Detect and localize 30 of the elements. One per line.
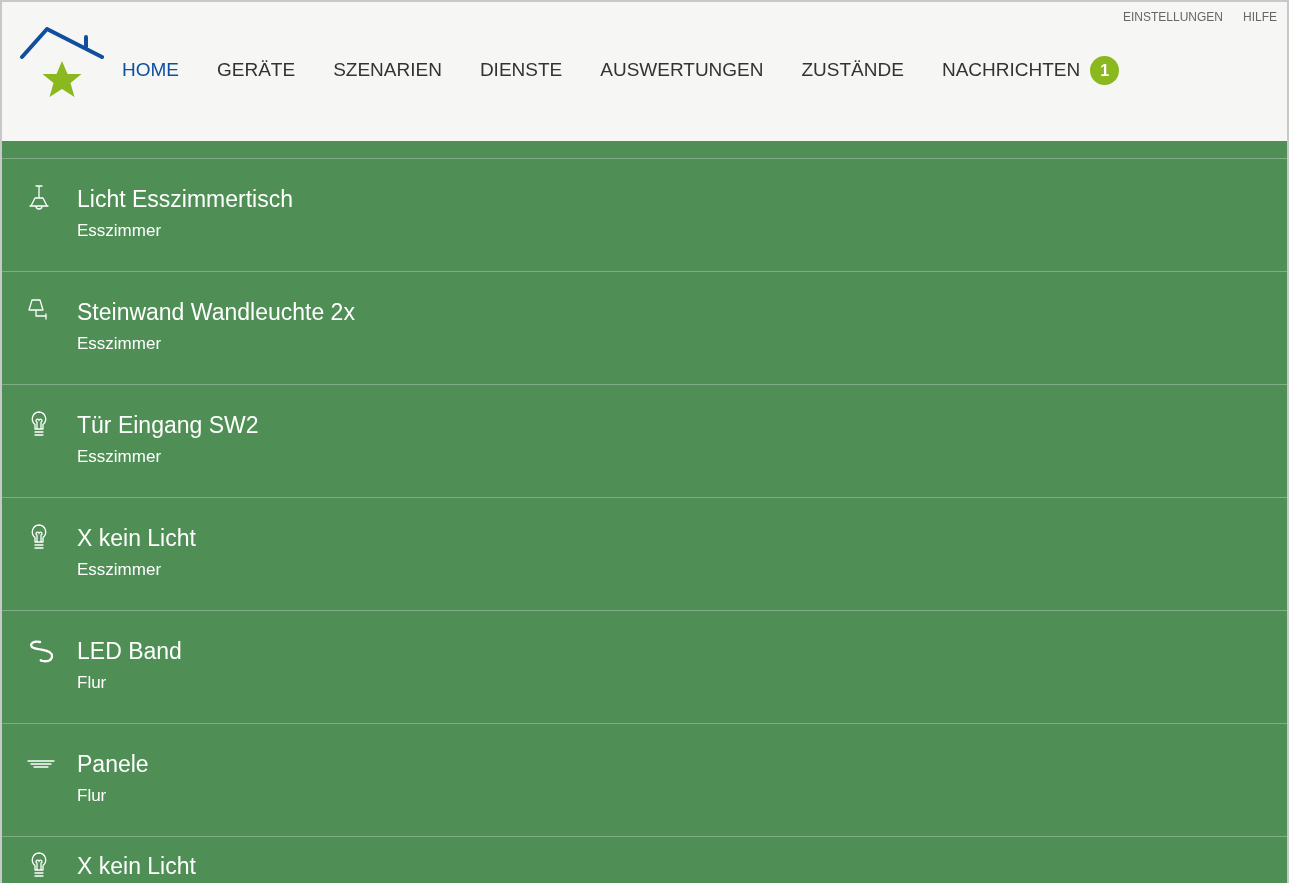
nav-tab[interactable]: HOME: [122, 56, 179, 85]
device-name: LED Band: [77, 637, 182, 666]
device-name: X kein Licht: [77, 852, 196, 881]
nav-tab[interactable]: GERÄTE: [217, 56, 296, 85]
nav-tab[interactable]: AUSWERTUNGEN: [600, 56, 764, 85]
device-name: Tür Eingang SW2: [77, 411, 259, 440]
nav-tab[interactable]: SZENARIEN: [333, 56, 442, 85]
notification-badge: 1: [1090, 56, 1120, 85]
device-name: Licht Esszimmertisch: [77, 185, 293, 214]
room-label: Esszimmer: [77, 446, 163, 468]
nav-tab[interactable]: DIENSTE: [479, 56, 563, 85]
top-link[interactable]: HILFE: [1243, 8, 1277, 26]
room-label: Esszimmer: [77, 559, 163, 581]
device-row[interactable]: LED Band Flur: [2, 610, 1287, 723]
room-label: Flur: [77, 785, 108, 807]
device-name: Panele: [77, 750, 149, 779]
room-label: Flur: [77, 672, 108, 694]
device-row[interactable]: X kein Licht Esszimmer: [2, 497, 1287, 610]
device-name: X kein Licht: [77, 524, 196, 553]
room-label: Esszimmer: [77, 220, 163, 242]
ceiling-panel-icon: [26, 758, 56, 770]
room-label: Esszimmer: [77, 333, 163, 355]
nav-tab[interactable]: ZUSTÄNDE: [801, 56, 904, 85]
device-row[interactable]: Licht Esszimmertisch Esszimmer: [2, 158, 1287, 271]
top-link[interactable]: EINSTELLUNGEN: [1122, 8, 1223, 26]
device-row[interactable]: Tür Eingang SW2 Esszimmer: [2, 384, 1287, 497]
device-row[interactable]: Steinwand Wandleuchte 2x Esszimmer: [2, 271, 1287, 384]
nav-tab[interactable]: NACHRICHTEN: [941, 56, 1081, 85]
device-row[interactable]: Panele Flur: [2, 723, 1287, 836]
device-name: Steinwand Wandleuchte 2x: [77, 298, 355, 327]
